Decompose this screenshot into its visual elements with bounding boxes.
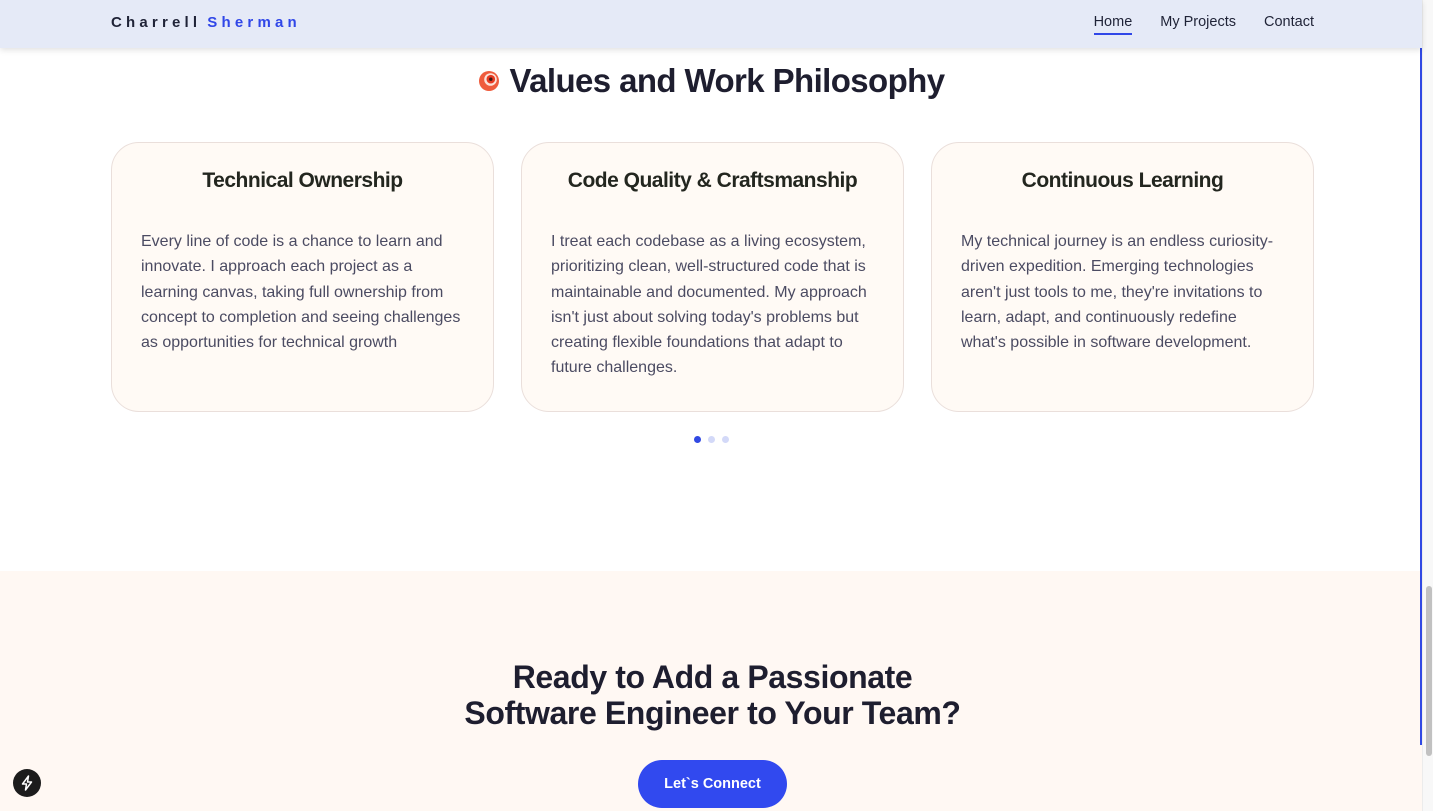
page: Charrell Sherman Home My Projects Contact… — [0, 0, 1433, 811]
logo-last-name: Sherman — [207, 14, 301, 31]
logo-first-name: Charrell — [111, 14, 202, 31]
value-card-title: Technical Ownership — [202, 169, 403, 192]
scrollbar-track[interactable] — [1422, 0, 1433, 811]
cta-section: Ready to Add a Passionate Software Engin… — [0, 571, 1425, 811]
nav-my-projects[interactable]: My Projects — [1160, 14, 1236, 35]
lets-connect-button[interactable]: Let`s Connect — [638, 760, 787, 808]
value-card: Code Quality & Craftsmanship I treat eac… — [521, 142, 904, 412]
nav-home[interactable]: Home — [1093, 14, 1133, 35]
carousel-dot-2[interactable] — [708, 436, 715, 443]
value-card-title: Continuous Learning — [1021, 169, 1224, 192]
value-card-body: I treat each codebase as a living ecosys… — [551, 233, 867, 377]
scrollbar-thumb[interactable] — [1426, 586, 1432, 756]
value-card: Continuous Learning My technical journey… — [931, 142, 1314, 412]
site-header: Charrell Sherman Home My Projects Contact — [0, 0, 1422, 48]
values-section-header: Values and Work Philosophy — [0, 62, 1422, 100]
value-card-title: Code Quality & Craftsmanship — [567, 169, 858, 192]
floating-action-button[interactable] — [13, 769, 41, 797]
carousel-pagination — [694, 436, 729, 443]
cta-title: Ready to Add a Passionate Software Engin… — [0, 659, 1425, 731]
nav-contact[interactable]: Contact — [1264, 14, 1314, 35]
value-card-body: My technical journey is an endless curio… — [961, 233, 1274, 352]
site-logo[interactable]: Charrell Sherman — [111, 14, 301, 31]
values-carousel: Technical Ownership Every line of code i… — [111, 142, 1314, 412]
main-nav: Home My Projects Contact — [1093, 14, 1314, 35]
cta-title-line-1: Ready to Add a Passionate — [512, 659, 913, 695]
value-card-body: Every line of code is a chance to learn … — [141, 233, 461, 352]
value-card: Technical Ownership Every line of code i… — [111, 142, 494, 412]
carousel-dot-1[interactable] — [694, 436, 701, 443]
target-icon — [478, 71, 499, 91]
carousel-dot-3[interactable] — [722, 436, 729, 443]
cta-title-line-2: Software Engineer to Your Team? — [464, 695, 961, 731]
bolt-icon — [21, 775, 33, 791]
values-section-title: Values and Work Philosophy — [509, 62, 946, 99]
